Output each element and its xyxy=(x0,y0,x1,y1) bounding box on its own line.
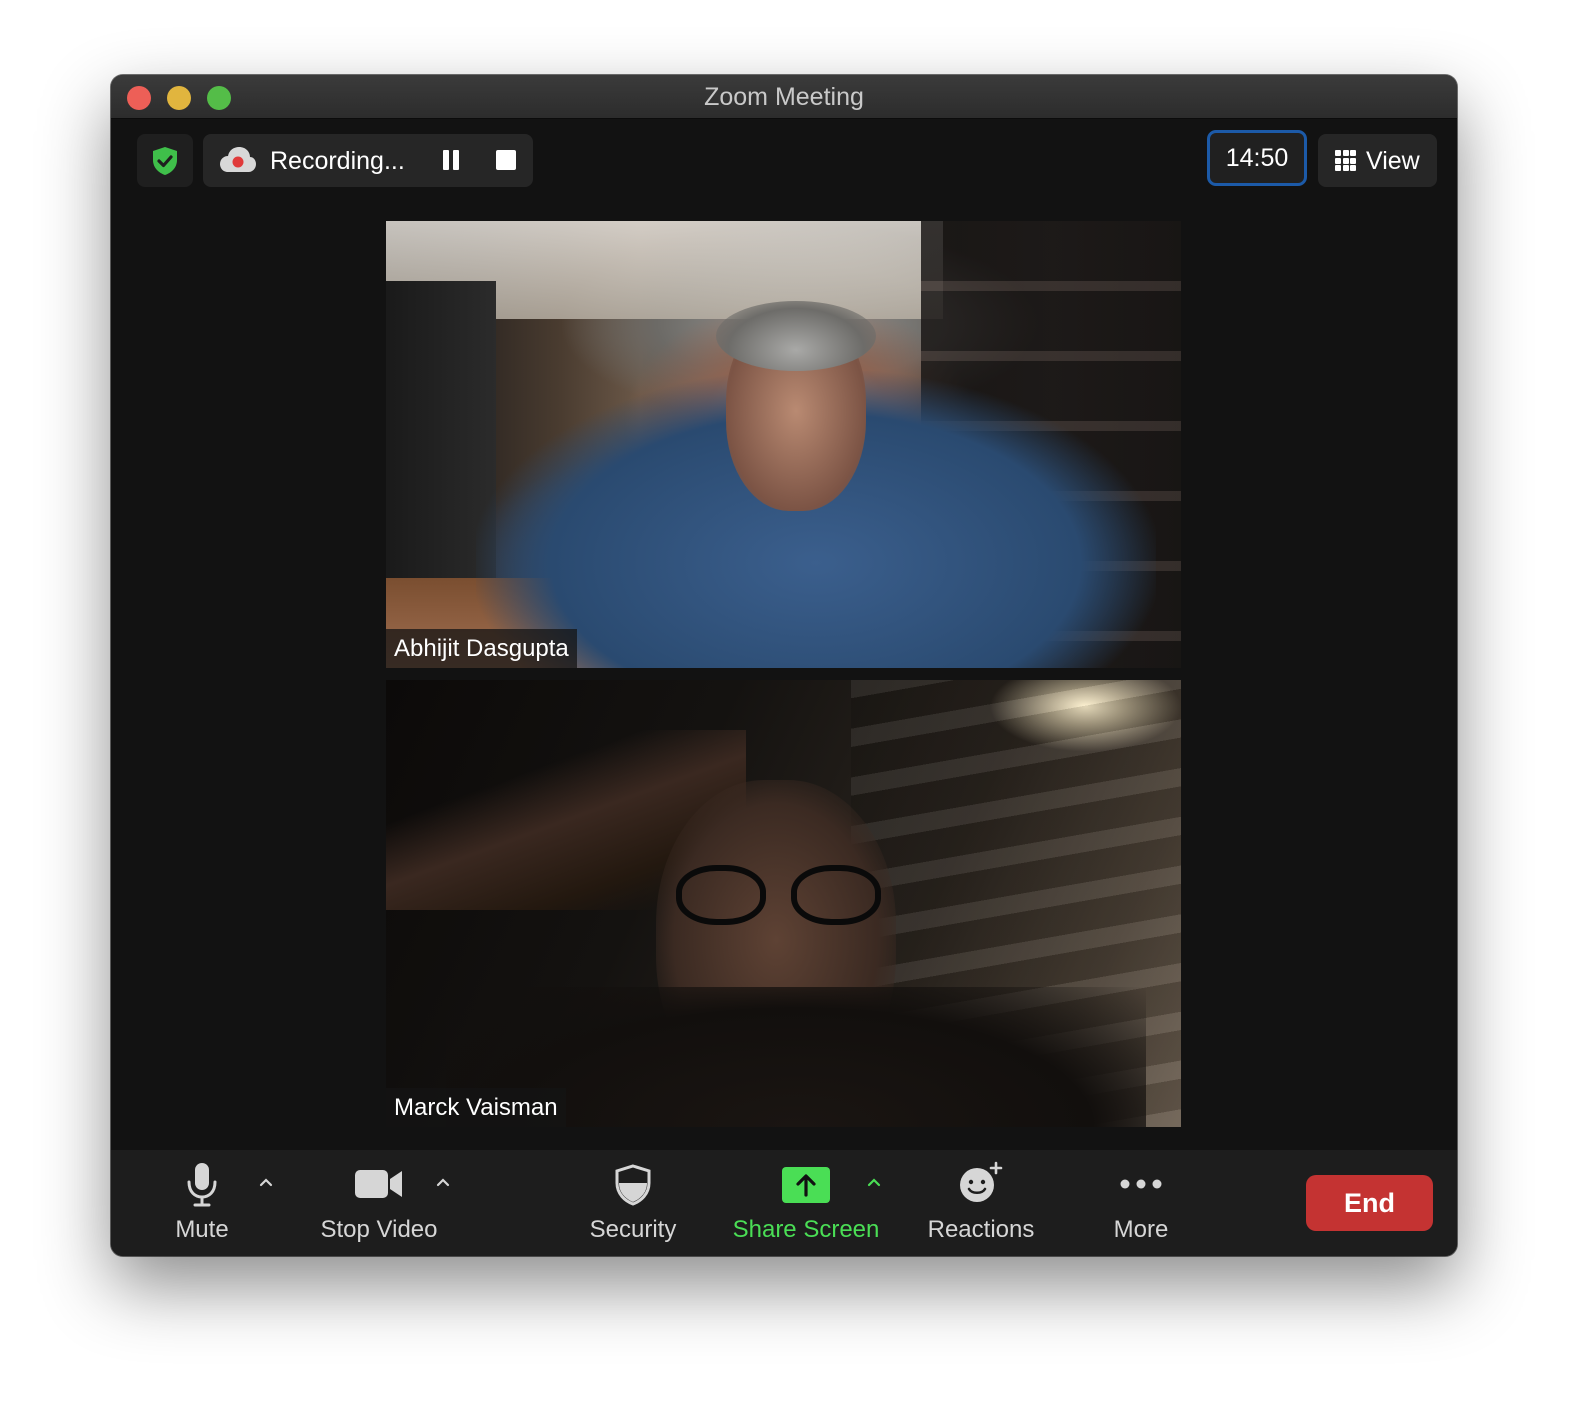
window-title: Zoom Meeting xyxy=(704,83,864,111)
security-label: Security xyxy=(589,1216,677,1243)
mute-button[interactable]: Mute xyxy=(151,1150,253,1256)
participant-name-tag: Marck Vaisman xyxy=(386,1088,566,1127)
chevron-up-icon[interactable] xyxy=(435,1174,451,1190)
stop-video-button[interactable]: Stop Video xyxy=(311,1150,447,1256)
chevron-up-icon[interactable] xyxy=(866,1174,882,1190)
meeting-timer: 14:50 xyxy=(1207,130,1307,186)
participant-name-tag: Abhijit Dasgupta xyxy=(386,629,577,668)
view-label: View xyxy=(1366,147,1420,175)
mute-label: Mute xyxy=(175,1216,229,1243)
participant-video-glasses xyxy=(676,865,886,925)
shield-check-icon xyxy=(153,146,177,175)
recording-indicator: Recording... xyxy=(203,134,533,187)
emoji-add-icon xyxy=(960,1161,1003,1202)
title-bar: Zoom Meeting xyxy=(111,75,1457,119)
pause-icon xyxy=(443,150,449,170)
ellipsis-icon xyxy=(1120,1179,1162,1189)
shield-icon xyxy=(615,1164,651,1206)
share-screen-button[interactable]: Share Screen xyxy=(729,1150,883,1256)
share-screen-label: Share Screen xyxy=(732,1216,880,1243)
encryption-badge[interactable] xyxy=(137,134,193,187)
pause-icon-bar xyxy=(453,150,459,170)
stop-recording-button[interactable] xyxy=(496,150,516,170)
view-button[interactable]: View xyxy=(1318,134,1437,187)
grid-icon xyxy=(1335,150,1356,171)
zoom-window: Zoom Meeting Recording... 14:50 View Abh… xyxy=(111,75,1457,1256)
meeting-controls-toolbar: Mute Stop Video Security Share Screen Re… xyxy=(111,1150,1457,1256)
participant-video-tile[interactable]: Abhijit Dasgupta xyxy=(386,221,1181,668)
reactions-label: Reactions xyxy=(927,1216,1035,1243)
microphone-icon xyxy=(187,1163,217,1207)
cloud-record-icon xyxy=(220,147,256,172)
participant-video-hair xyxy=(716,301,876,371)
more-label: More xyxy=(1113,1216,1169,1243)
video-camera-icon xyxy=(355,1170,402,1198)
security-button[interactable]: Security xyxy=(581,1150,685,1256)
reactions-button[interactable]: Reactions xyxy=(921,1150,1041,1256)
pause-recording-button[interactable] xyxy=(441,150,463,172)
chevron-up-icon[interactable] xyxy=(258,1174,274,1190)
share-screen-icon xyxy=(782,1167,830,1203)
stop-video-label: Stop Video xyxy=(320,1216,438,1243)
participant-video-tile[interactable]: Marck Vaisman xyxy=(386,680,1181,1127)
recording-label: Recording... xyxy=(270,147,405,175)
end-meeting-button[interactable]: End xyxy=(1306,1175,1433,1231)
more-button[interactable]: More xyxy=(1096,1150,1186,1256)
